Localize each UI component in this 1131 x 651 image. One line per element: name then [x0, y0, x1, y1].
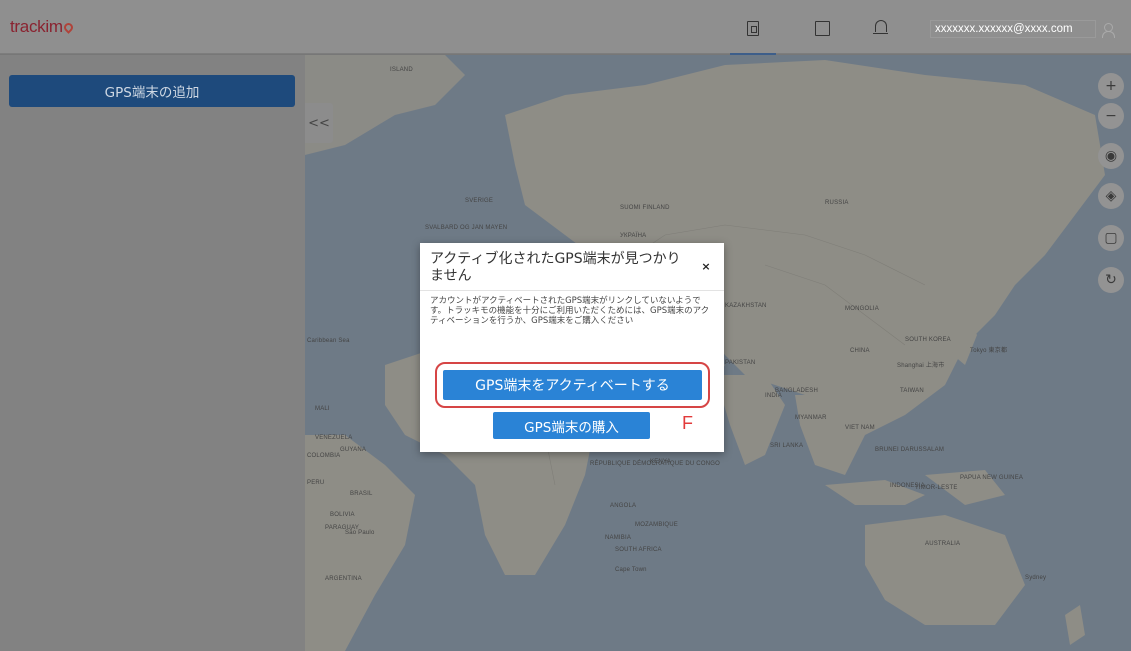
map-label-png: PAPUA NEW GUINEA — [960, 475, 1024, 481]
map-label-capetown: Cape Town — [615, 567, 647, 573]
activate-gps-device-button[interactable]: GPS端末をアクティベートする — [443, 370, 702, 400]
map-label-vietnam: VIET NAM — [845, 425, 875, 431]
layers-icon[interactable]: ◈ — [1098, 183, 1124, 209]
purchase-gps-device-button[interactable]: GPS端末の購入 — [493, 412, 650, 439]
map-label-myanmar: MYANMAR — [795, 415, 827, 421]
fullscreen-icon[interactable]: ▢ — [1098, 225, 1124, 251]
map-label-srilanka: SRI LANKA — [770, 443, 804, 449]
zoom-out-button[interactable]: − — [1098, 103, 1124, 129]
map-label-mozambique: MOZAMBIQUE — [635, 522, 679, 528]
map-label-shanghai: Shanghai 上海市 — [897, 363, 945, 369]
map-label-southafrica: SOUTH AFRICA — [615, 547, 662, 553]
map-label-mali: MALI — [315, 406, 330, 412]
location-pin-icon — [61, 21, 75, 34]
map-label-mongolia: MONGOLIA — [845, 306, 879, 312]
collapse-sidebar-button[interactable]: << — [305, 103, 333, 143]
account-email[interactable]: xxxxxxx.xxxxxx@xxxx.com — [930, 20, 1096, 38]
device-icon[interactable] — [730, 17, 776, 56]
map-label-timor: TIMOR-LESTE — [915, 485, 958, 491]
modal-title: アクティブ化されたGPS端末が見つかりません — [430, 251, 681, 284]
locate-icon[interactable]: ◉ — [1098, 143, 1124, 169]
modal-message: アカウントがアクティベートされたGPS端末がリンクしていないようです。トラッキモ… — [430, 296, 710, 326]
modal-divider — [420, 290, 724, 291]
map-label-caribbean: Caribbean Sea — [307, 338, 350, 344]
map-label-taiwan: TAIWAN — [900, 388, 924, 394]
map-label-iceland: ISLAND — [390, 67, 413, 73]
zoom-in-button[interactable]: + — [1098, 73, 1124, 99]
square-icon[interactable] — [811, 17, 833, 39]
map-label-bangladesh: BANGLADESH — [775, 388, 819, 394]
map-label-finland: SUOMI FINLAND — [620, 205, 670, 211]
map-label-kazakhstan: KAZAKHSTAN — [725, 303, 767, 309]
bell-icon[interactable] — [870, 17, 892, 39]
device-sidebar: GPS端末の追加 — [0, 55, 305, 651]
map-label-colombia: COLOMBIA — [307, 453, 341, 459]
map-label-namibia: NAMIBIA — [605, 535, 632, 541]
map-label-pakistan: PAKISTAN — [725, 360, 756, 366]
close-icon[interactable]: × — [700, 261, 712, 273]
map-label-venezuela: VENEZUELA — [315, 435, 353, 441]
map-label-brunei: BRUNEI DARUSSALAM — [875, 447, 945, 453]
trackimo-logo[interactable]: trackim — [10, 17, 75, 37]
map-label-svalbard: SVALBARD OG JAN MAYEN — [425, 225, 508, 231]
map-label-ukraine: УКРАЇНА — [620, 233, 647, 239]
map-label-china: CHINA — [850, 348, 870, 354]
refresh-icon[interactable]: ↻ — [1098, 267, 1124, 293]
map-label-australia: AUSTRALIA — [925, 541, 961, 547]
map-label-tokyo: Tokyo 東京都 — [970, 348, 1008, 354]
map-label-paraguay: PARAGUAY — [325, 525, 360, 531]
annotation-label: F — [682, 413, 693, 433]
map-label-drc: RÉPUBLIQUE DÉMOCRATIQUE DU CONGO — [590, 461, 720, 467]
map-label-russia: RUSSIA — [825, 200, 849, 206]
map-label-sydney: Sydney — [1025, 575, 1047, 581]
map-label-peru: PERU — [307, 480, 325, 486]
map-label-brazil: BRASIL — [350, 491, 373, 497]
top-bar: trackim xxxxxxx.xxxxxx@xxxx.com — [0, 0, 1131, 56]
map-label-sweden: SVERIGE — [465, 198, 494, 204]
map-label-guyana: GUYANA — [340, 447, 367, 453]
map-label-angola: ANGOLA — [610, 503, 637, 509]
map-label-bolivia: BOLIVIA — [330, 512, 355, 518]
map-label-argentina: ARGENTINA — [325, 576, 362, 582]
user-icon[interactable] — [1100, 22, 1116, 38]
add-gps-device-button[interactable]: GPS端末の追加 — [9, 75, 295, 107]
map-label-southkorea: SOUTH KOREA — [905, 337, 951, 343]
